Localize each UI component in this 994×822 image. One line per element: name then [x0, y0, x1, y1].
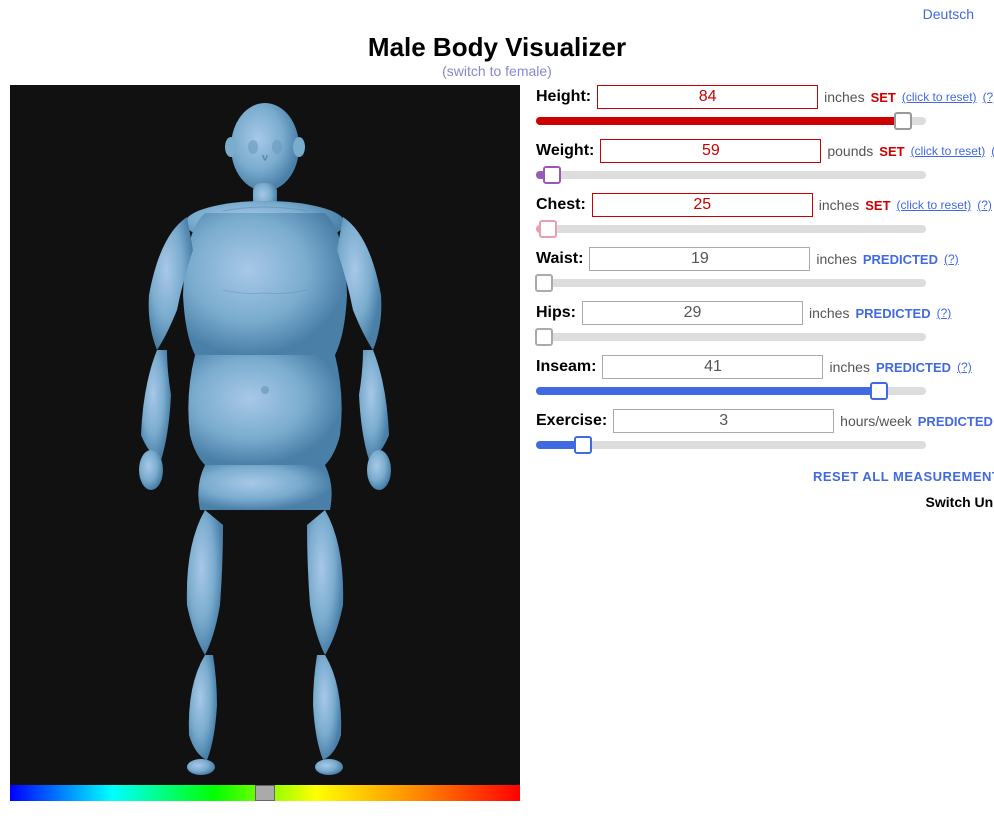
chest-unit: inches: [819, 197, 859, 213]
height-help-link[interactable]: (?): [983, 90, 994, 104]
inseam-slider[interactable]: [536, 383, 926, 399]
hips-help-link[interactable]: (?): [937, 306, 952, 320]
waist-slider[interactable]: [536, 275, 926, 291]
hips-input[interactable]: [582, 301, 803, 325]
inseam-input[interactable]: [602, 355, 823, 379]
weight-unit: pounds: [827, 143, 873, 159]
weight-input[interactable]: [600, 139, 821, 163]
controls-panel: Height: inches SET (click to reset) (?) …: [520, 85, 994, 510]
switch-units-button[interactable]: Switch Units: [536, 494, 994, 510]
height-row: Height: inches SET (click to reset) (?): [536, 85, 994, 129]
height-unit: inches: [824, 89, 864, 105]
waist-row: Waist: inches PREDICTED (?): [536, 247, 994, 291]
waist-label: Waist:: [536, 250, 583, 268]
height-status: SET: [871, 90, 896, 105]
exercise-input[interactable]: [613, 409, 834, 433]
inseam-help-link[interactable]: (?): [957, 360, 972, 374]
height-slider[interactable]: [536, 113, 926, 129]
color-bar[interactable]: [10, 785, 520, 801]
hips-status: PREDICTED: [855, 306, 930, 321]
height-input[interactable]: [597, 85, 818, 109]
exercise-label: Exercise:: [536, 412, 607, 430]
chest-reset-link[interactable]: (click to reset): [897, 198, 972, 212]
hips-row: Hips: inches PREDICTED (?): [536, 301, 994, 345]
inseam-row: Inseam: inches PREDICTED (?): [536, 355, 994, 399]
hips-label: Hips:: [536, 304, 576, 322]
hips-slider[interactable]: [536, 329, 926, 345]
waist-status: PREDICTED: [863, 252, 938, 267]
inseam-unit: inches: [829, 359, 869, 375]
inseam-status: PREDICTED: [876, 360, 951, 375]
page-title: Male Body Visualizer: [0, 32, 994, 63]
weight-reset-link[interactable]: (click to reset): [911, 144, 986, 158]
waist-help-link[interactable]: (?): [944, 252, 959, 266]
height-label: Height:: [536, 88, 591, 106]
hips-unit: inches: [809, 305, 849, 321]
weight-row: Weight: pounds SET (click to reset) (?): [536, 139, 994, 183]
weight-slider[interactable]: [536, 167, 926, 183]
exercise-unit: hours/week: [840, 413, 912, 429]
height-reset-link[interactable]: (click to reset): [902, 90, 977, 104]
chest-input[interactable]: [592, 193, 813, 217]
chest-slider[interactable]: [536, 221, 926, 237]
inseam-label: Inseam:: [536, 358, 596, 376]
chest-status: SET: [865, 198, 890, 213]
chest-label: Chest:: [536, 196, 586, 214]
exercise-slider[interactable]: [536, 437, 926, 453]
color-bar-thumb[interactable]: [255, 785, 275, 801]
switch-gender-link[interactable]: (switch to female): [0, 63, 994, 79]
bottom-buttons: RESET ALL MEASUREMENTS Switch Units: [536, 469, 994, 510]
waist-unit: inches: [816, 251, 856, 267]
chest-row: Chest: inches SET (click to reset) (?): [536, 193, 994, 237]
exercise-status: PREDICTED: [918, 414, 993, 429]
body-image: [10, 85, 520, 785]
body-visualizer-panel: [10, 85, 520, 801]
weight-status: SET: [879, 144, 904, 159]
chest-help-link[interactable]: (?): [977, 198, 992, 212]
weight-label: Weight:: [536, 142, 594, 160]
exercise-row: Exercise: hours/week PREDICTED (?): [536, 409, 994, 453]
language-link[interactable]: Deutsch: [923, 6, 974, 22]
body-svg: [105, 95, 425, 775]
reset-all-button[interactable]: RESET ALL MEASUREMENTS: [536, 469, 994, 484]
waist-input[interactable]: [589, 247, 810, 271]
